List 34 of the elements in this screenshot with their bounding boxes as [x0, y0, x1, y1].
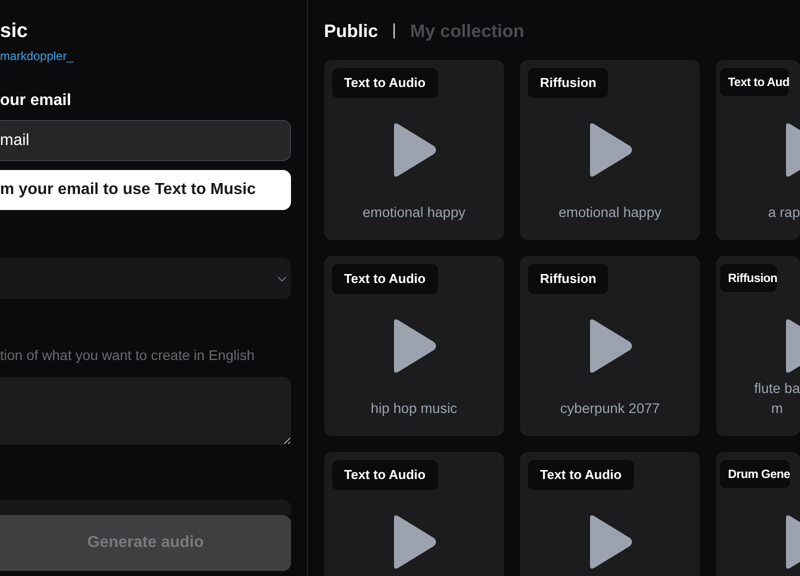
track-title: emotional happy — [558, 203, 662, 222]
model-badge: Riffusion — [720, 264, 778, 292]
audio-card[interactable]: Drum Gene — [716, 452, 800, 576]
audio-card[interactable]: Riffusion flute ba m — [716, 256, 800, 436]
audio-card[interactable]: Text to Audio emotional happy — [324, 60, 504, 240]
track-title: a rap — [768, 203, 800, 222]
audio-card[interactable]: Text to Audio — [520, 452, 700, 576]
audio-card[interactable]: Text to Audio hip hop music — [324, 256, 504, 436]
collection-tab[interactable]: Public — [324, 18, 378, 44]
audio-card[interactable]: Riffusion cyberpunk 2077 — [520, 256, 700, 436]
model-badge: Text to Audio — [332, 264, 438, 294]
model-badge: Text to Aud — [720, 68, 790, 96]
model-badge: Riffusion — [528, 68, 608, 98]
audio-card[interactable]: Text to Audio — [324, 452, 504, 576]
model-badge: Text to Audio — [332, 68, 438, 98]
audio-card[interactable]: Text to Aud a rap — [716, 60, 800, 240]
email-label: our email — [0, 91, 72, 111]
audio-card[interactable]: Riffusion emotional happy — [520, 60, 700, 240]
author-link[interactable]: markdoppler_ — [0, 48, 291, 64]
model-badge: Text to Audio — [528, 460, 634, 490]
track-title: cyberpunk 2077 — [560, 399, 660, 418]
model-badge: Riffusion — [528, 264, 608, 294]
hidden-field[interactable] — [0, 500, 291, 515]
confirm-email-button[interactable]: m your email to use Text to Music — [0, 170, 291, 210]
tab-separator: | — [392, 21, 396, 41]
app-title: sic — [0, 19, 29, 44]
model-badge: Text to Audio — [332, 460, 438, 490]
track-title: flute ba m — [754, 379, 800, 418]
track-title: emotional happy — [362, 203, 466, 222]
prompt-field[interactable] — [0, 377, 291, 445]
prompt-hint: tion of what you want to create in English — [0, 346, 256, 365]
track-title: hip hop music — [370, 399, 458, 418]
model-badge: Drum Gene — [720, 460, 790, 488]
email-field[interactable]: mail — [0, 120, 291, 161]
